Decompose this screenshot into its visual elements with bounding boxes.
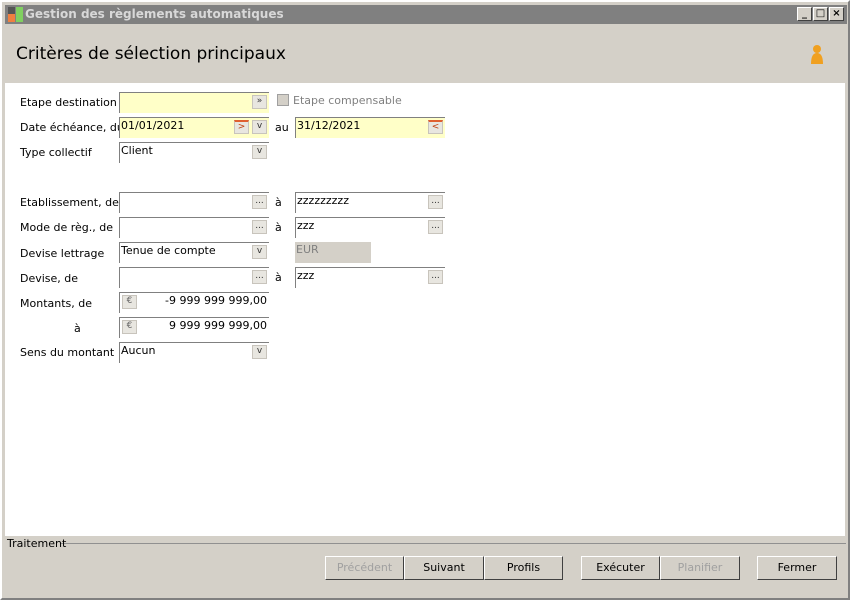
etablissement-from-input[interactable]: ...	[119, 192, 269, 213]
type-collectif-select[interactable]: Client v	[119, 142, 269, 163]
montant-to-input[interactable]: €9 999 999 999,00	[119, 317, 269, 338]
mode-reg-to-label: à	[275, 221, 282, 234]
chevron-down-icon[interactable]: v	[252, 145, 267, 159]
maximize-button[interactable]: □	[813, 7, 828, 21]
currency-field: EUR	[295, 242, 371, 263]
sens-select[interactable]: Aucun v	[119, 342, 269, 363]
ellipsis-icon[interactable]: ...	[252, 220, 267, 234]
devise-to-label: à	[275, 271, 282, 284]
type-collectif-label: Type collectif	[20, 146, 92, 159]
window-title: Gestion des règlements automatiques	[25, 7, 284, 21]
type-collectif-value: Client	[121, 144, 153, 157]
group-divider	[60, 543, 846, 544]
ellipsis-icon[interactable]: ...	[252, 195, 267, 209]
date-echeance-label: Date échéance, du	[20, 121, 124, 134]
chevron-down-icon[interactable]: v	[252, 245, 267, 259]
mode-reg-label: Mode de règ., de	[20, 221, 113, 234]
user-icon[interactable]	[809, 44, 825, 66]
etape-compensable-label: Etape compensable	[293, 94, 402, 107]
sens-label: Sens du montant	[20, 346, 115, 359]
montant-from-input[interactable]: € -9 999 999 999,00	[119, 292, 269, 313]
sens-value: Aucun	[121, 344, 156, 357]
etablissement-label: Etablissement, de	[20, 196, 119, 209]
montants-label: Montants, de	[20, 297, 93, 310]
etablissement-to-value: zzzzzzzzz	[297, 194, 349, 207]
close-button[interactable]: ×	[829, 7, 844, 21]
suivant-button[interactable]: Suivant	[404, 556, 484, 580]
date-to-label: au	[275, 121, 289, 134]
montants-to-label: à	[74, 322, 81, 335]
etape-compensable-checkbox[interactable]	[277, 94, 289, 106]
fermer-button[interactable]: Fermer	[757, 556, 837, 580]
montant-from-value: -9 999 999 999,00	[165, 294, 267, 307]
title-bar: Gestion des règlements automatiques _ □ …	[5, 5, 847, 24]
euro-icon[interactable]: €	[122, 295, 137, 309]
page-header: Critères de sélection principaux	[5, 24, 847, 84]
date-from-value: 01/01/2021	[121, 119, 185, 132]
euro-icon[interactable]: €	[122, 320, 137, 334]
mode-reg-to-input[interactable]: zzz...	[295, 217, 445, 238]
date-to-input[interactable]: 31/12/2021 <	[295, 117, 445, 138]
ellipsis-icon[interactable]: ...	[428, 270, 443, 284]
devise-lettrage-value: Tenue de compte	[121, 244, 216, 257]
devise-from-input[interactable]: ...	[119, 267, 269, 288]
chevron-down-icon[interactable]: v	[252, 345, 267, 359]
double-chevron-down-icon[interactable]: »	[252, 95, 267, 109]
mode-reg-from-input[interactable]: ...	[119, 217, 269, 238]
devise-lettrage-select[interactable]: Tenue de compte v	[119, 242, 269, 263]
etape-destination-label: Etape destination	[20, 96, 117, 109]
devise-label: Devise, de	[20, 272, 79, 285]
calendar-prev-icon[interactable]: <	[428, 120, 443, 134]
date-to-value: 31/12/2021	[297, 119, 361, 132]
page-title: Critères de sélection principaux	[16, 44, 286, 64]
devise-lettrage-label: Devise lettrage	[20, 247, 105, 260]
etape-destination-select[interactable]: »	[119, 92, 269, 113]
app-icon	[8, 7, 23, 22]
planifier-button[interactable]: Planifier	[660, 556, 740, 580]
ellipsis-icon[interactable]: ...	[252, 270, 267, 284]
etablissement-to-label: à	[275, 196, 282, 209]
traitement-group-label: Traitement	[7, 537, 67, 550]
executer-button[interactable]: Exécuter	[581, 556, 660, 580]
mode-reg-to-value: zzz	[297, 219, 315, 232]
ellipsis-icon[interactable]: ...	[428, 220, 443, 234]
chevron-down-icon[interactable]: v	[252, 120, 267, 134]
date-from-input[interactable]: 01/01/2021 > v	[119, 117, 269, 138]
devise-to-value: zzz	[297, 269, 315, 282]
calendar-next-icon[interactable]: >	[234, 120, 249, 134]
precedent-button[interactable]: Précédent	[325, 556, 404, 580]
ellipsis-icon[interactable]: ...	[428, 195, 443, 209]
devise-to-input[interactable]: zzz...	[295, 267, 445, 288]
etablissement-to-input[interactable]: zzzzzzzzz...	[295, 192, 445, 213]
minimize-button[interactable]: _	[797, 7, 812, 21]
profils-button[interactable]: Profils	[484, 556, 563, 580]
montant-to-value: 9 999 999 999,00	[169, 319, 267, 332]
